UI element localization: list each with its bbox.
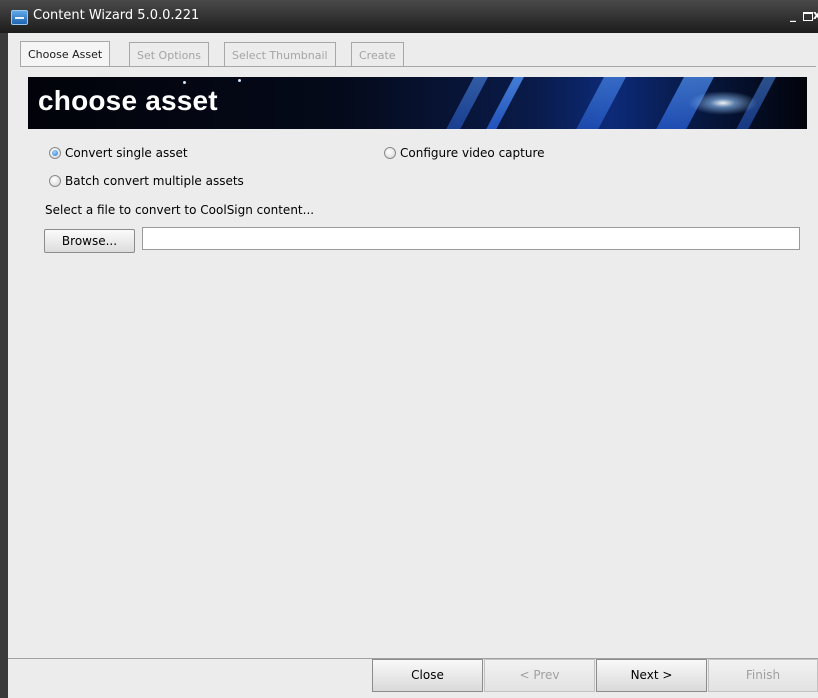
option-batch-convert[interactable]: Batch convert multiple assets <box>49 174 244 188</box>
tab-choose-asset[interactable]: Choose Asset <box>20 41 111 67</box>
banner-light-streak <box>436 77 494 129</box>
banner-light-streak <box>476 77 530 129</box>
radio-checked-icon[interactable] <box>49 147 61 159</box>
next-button[interactable]: Next > <box>596 659 707 692</box>
title-bar[interactable]: Content Wizard 5.0.0.221 _ x <box>0 0 818 33</box>
option-batch-convert-label: Batch convert multiple assets <box>65 174 244 188</box>
file-prompt-label: Select a file to convert to CoolSign con… <box>45 203 315 217</box>
radio-unchecked-icon[interactable] <box>49 175 61 187</box>
option-convert-single-label: Convert single asset <box>65 146 188 160</box>
option-configure-video[interactable]: Configure video capture <box>384 146 545 160</box>
option-configure-video-label: Configure video capture <box>400 146 545 160</box>
minimize-button[interactable]: _ <box>790 8 796 22</box>
close-window-button[interactable]: x <box>813 8 818 22</box>
tab-create: Create <box>351 42 404 66</box>
option-convert-single[interactable]: Convert single asset <box>49 146 188 160</box>
banner-spark <box>183 81 186 84</box>
banner-spark <box>238 79 241 82</box>
finish-button: Finish <box>708 659 818 692</box>
banner-lens-flare <box>688 91 758 115</box>
file-path-input[interactable] <box>142 227 800 250</box>
prev-button: < Prev <box>484 659 595 692</box>
app-window-icon <box>11 10 28 25</box>
step-banner: choose asset <box>28 77 807 129</box>
banner-light-streak <box>566 77 632 129</box>
tab-divider <box>20 66 816 67</box>
wizard-client-area: Choose Asset Set Options Select Thumbnai… <box>8 33 818 698</box>
tab-select-thumbnail: Select Thumbnail <box>224 42 336 66</box>
window-title: Content Wizard 5.0.0.221 <box>33 8 200 23</box>
maximize-button[interactable] <box>803 12 813 21</box>
banner-title: choose asset <box>38 85 218 116</box>
radio-unchecked-icon[interactable] <box>384 147 396 159</box>
close-button[interactable]: Close <box>372 659 483 692</box>
browse-button[interactable]: Browse... <box>44 229 135 253</box>
content-wizard-window: Content Wizard 5.0.0.221 _ x Choose Asse… <box>0 0 818 698</box>
tab-set-options: Set Options <box>129 42 210 66</box>
